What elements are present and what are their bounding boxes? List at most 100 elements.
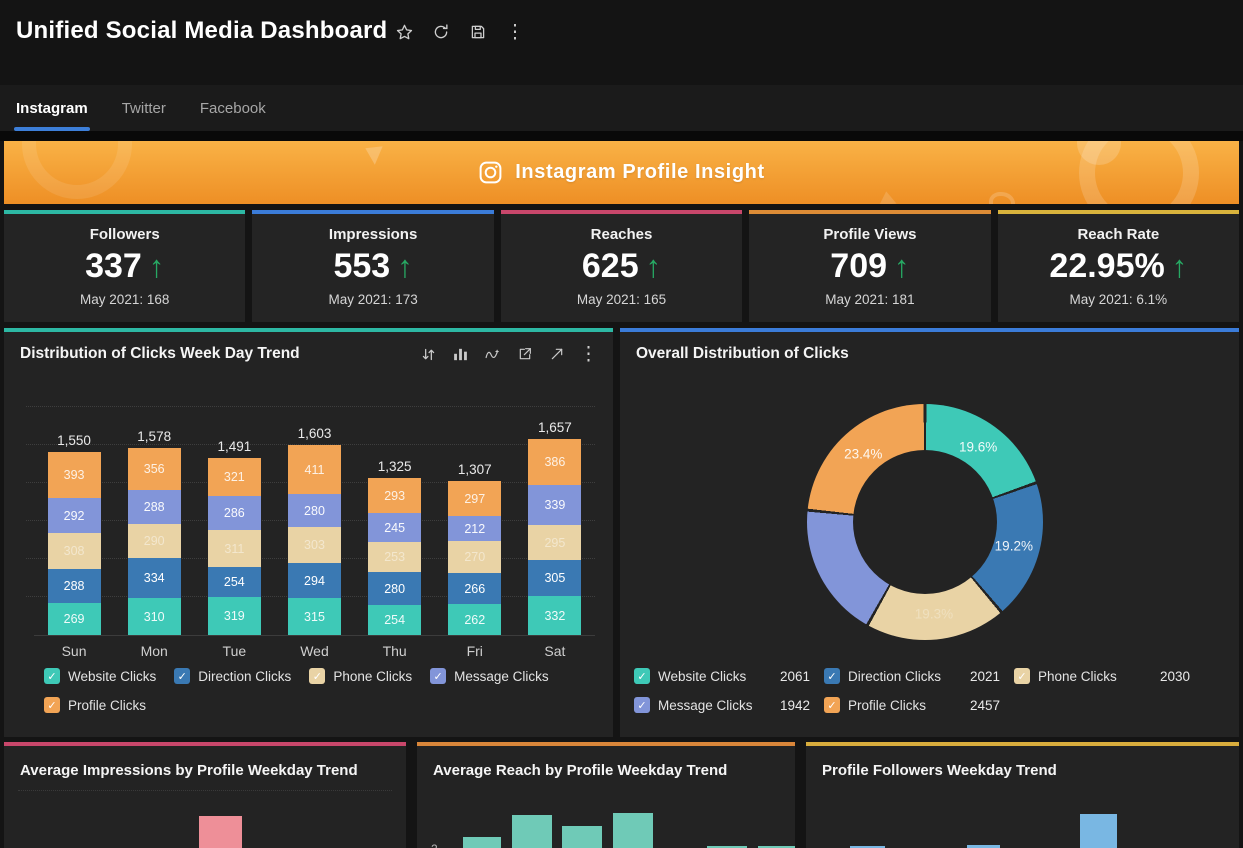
tab-instagram[interactable]: Instagram — [14, 85, 90, 131]
bar-segment[interactable]: 321 — [207, 458, 261, 496]
bar-column-tue[interactable]: 1,491 321 286 311 254 319 — [207, 439, 261, 635]
maximize-icon[interactable] — [548, 346, 565, 363]
legend-checkbox[interactable]: ✓ — [634, 697, 650, 713]
bar-segment[interactable]: 386 — [528, 439, 582, 485]
star-icon[interactable] — [394, 22, 414, 42]
bar-segment[interactable]: 297 — [448, 481, 502, 516]
legend-item[interactable]: ✓ Phone Clicks 2030 — [1014, 668, 1194, 684]
legend-item[interactable]: ✓ Profile Clicks — [44, 697, 146, 713]
legend-checkbox[interactable]: ✓ — [309, 668, 326, 684]
bar-segment[interactable]: 254 — [207, 567, 261, 597]
kpi-value: 553 — [333, 247, 391, 285]
mini-bar[interactable] — [512, 815, 552, 848]
more-icon[interactable]: ⋮ — [579, 345, 598, 364]
sort-icon[interactable] — [420, 346, 437, 363]
bar-segment[interactable]: 310 — [127, 598, 181, 635]
bar-segment[interactable]: 280 — [368, 572, 422, 605]
legend-checkbox[interactable]: ✓ — [1014, 668, 1030, 684]
bar-segment[interactable]: 269 — [47, 603, 101, 635]
bar-column-wed[interactable]: 1,603 411 280 303 294 315 — [287, 426, 341, 635]
bar-segment[interactable]: 286 — [207, 496, 261, 530]
tab-facebook[interactable]: Facebook — [198, 85, 268, 131]
bar-segment[interactable]: 308 — [47, 533, 101, 569]
bar-segment[interactable]: 212 — [448, 516, 502, 541]
insights-icon[interactable] — [484, 346, 501, 363]
bar-segment[interactable]: 356 — [127, 448, 181, 490]
bar-segment[interactable]: 295 — [528, 525, 582, 560]
decorative-ring — [1079, 141, 1199, 204]
kpi-subtext: May 2021: 173 — [328, 291, 418, 307]
legend-item[interactable]: ✓ Message Clicks 1942 — [634, 697, 814, 713]
profile-followers-chart-card[interactable]: Profile Followers Weekday Trend — [806, 742, 1239, 848]
legend-item[interactable]: ✓ Direction Clicks — [174, 668, 291, 684]
legend-checkbox[interactable]: ✓ — [44, 697, 60, 713]
bar-segment[interactable]: 411 — [287, 445, 341, 494]
open-in-new-icon[interactable] — [516, 346, 533, 363]
tab-twitter[interactable]: Twitter — [120, 85, 168, 131]
chart-title: Profile Followers Weekday Trend — [822, 762, 1057, 779]
bar-segment[interactable]: 288 — [47, 569, 101, 603]
more-icon[interactable]: ⋮ — [505, 22, 525, 42]
bar-column-sat[interactable]: 1,657 386 339 295 305 332 — [528, 420, 582, 635]
legend-checkbox[interactable]: ✓ — [824, 697, 840, 713]
bar-segment[interactable]: 334 — [127, 558, 181, 598]
bar-segment[interactable]: 245 — [368, 513, 422, 542]
legend-item[interactable]: ✓ Message Clicks — [430, 668, 549, 684]
bar-segment[interactable]: 292 — [47, 498, 101, 533]
kpi-card-followers[interactable]: Followers 337 ↑ May 2021: 168 — [4, 210, 246, 322]
bar-segment[interactable]: 294 — [287, 563, 341, 598]
legend-item[interactable]: ✓ Website Clicks 2061 — [634, 668, 814, 684]
bar-segment[interactable]: 315 — [287, 598, 341, 635]
mini-bar[interactable] — [199, 816, 242, 848]
kpi-card-reach-rate[interactable]: Reach Rate 22.95% ↑ May 2021: 6.1% — [997, 210, 1240, 322]
bar-column-fri[interactable]: 1,307 297 212 270 266 262 — [448, 462, 502, 635]
legend-checkbox[interactable]: ✓ — [174, 668, 191, 684]
legend-item[interactable]: ✓ Direction Clicks 2021 — [824, 668, 1004, 684]
bar-segment[interactable]: 253 — [368, 542, 422, 572]
bar-segment[interactable]: 393 — [47, 452, 101, 498]
kpi-label: Followers — [89, 226, 160, 243]
bar-segment[interactable]: 290 — [127, 524, 181, 558]
kpi-label: Profile Views — [823, 226, 917, 243]
bar-segment[interactable]: 280 — [287, 494, 341, 527]
bar-segment[interactable]: 339 — [528, 485, 582, 525]
bar-column-mon[interactable]: 1,578 356 288 290 334 310 — [127, 429, 181, 635]
legend-item[interactable]: ✓ Website Clicks — [44, 668, 156, 684]
bar-column-thu[interactable]: 1,325 293 245 253 280 254 — [368, 459, 422, 635]
legend-checkbox[interactable]: ✓ — [824, 668, 840, 684]
kpi-subtext: May 2021: 168 — [80, 291, 170, 307]
bar-segment[interactable]: 293 — [368, 478, 422, 513]
bar-segment[interactable]: 305 — [528, 560, 582, 596]
mini-bar[interactable] — [463, 837, 501, 848]
mini-bar[interactable] — [562, 826, 602, 848]
bar-segment[interactable]: 254 — [368, 605, 422, 635]
kpi-value: 337 — [85, 247, 142, 285]
legend-item[interactable]: ✓ Phone Clicks — [309, 668, 412, 684]
legend-checkbox[interactable]: ✓ — [634, 668, 650, 684]
donut[interactable]: 19.6% 19.2% 19.3% 23.4% — [807, 404, 1043, 640]
bar-column-sun[interactable]: 1,550 393 292 308 288 269 — [47, 433, 101, 635]
legend-label: Direction Clicks — [848, 668, 942, 684]
bar-segment[interactable]: 319 — [207, 597, 261, 635]
kpi-card-impressions[interactable]: Impressions 553 ↑ May 2021: 173 — [252, 210, 494, 322]
legend-item[interactable]: ✓ Profile Clicks 2457 — [824, 697, 1004, 713]
bar-segment[interactable]: 288 — [127, 490, 181, 524]
refresh-icon[interactable] — [431, 22, 451, 42]
bar-segment[interactable]: 303 — [287, 527, 341, 563]
mini-bar[interactable] — [613, 813, 653, 848]
legend-checkbox[interactable]: ✓ — [44, 668, 60, 684]
bar-segment[interactable]: 262 — [448, 604, 502, 635]
bar-segment[interactable]: 266 — [448, 573, 502, 604]
bar-segment[interactable]: 311 — [207, 530, 261, 567]
legend-label: Phone Clicks — [333, 668, 413, 684]
avg-impressions-chart-card[interactable]: Average Impressions by Profile Weekday T… — [4, 742, 406, 848]
kpi-card-reaches[interactable]: Reaches 625 ↑ May 2021: 165 — [500, 210, 743, 322]
column-chart-icon[interactable] — [452, 346, 469, 363]
kpi-card-profile-views[interactable]: Profile Views 709 ↑ May 2021: 181 — [749, 210, 991, 322]
bar-segment[interactable]: 270 — [448, 541, 502, 573]
bar-segment[interactable]: 332 — [528, 596, 582, 635]
save-icon[interactable] — [468, 22, 488, 42]
mini-bar[interactable] — [1080, 814, 1117, 848]
avg-reach-chart-card[interactable]: Average Reach by Profile Weekday Trend 2 — [417, 742, 795, 848]
legend-checkbox[interactable]: ✓ — [430, 668, 447, 684]
